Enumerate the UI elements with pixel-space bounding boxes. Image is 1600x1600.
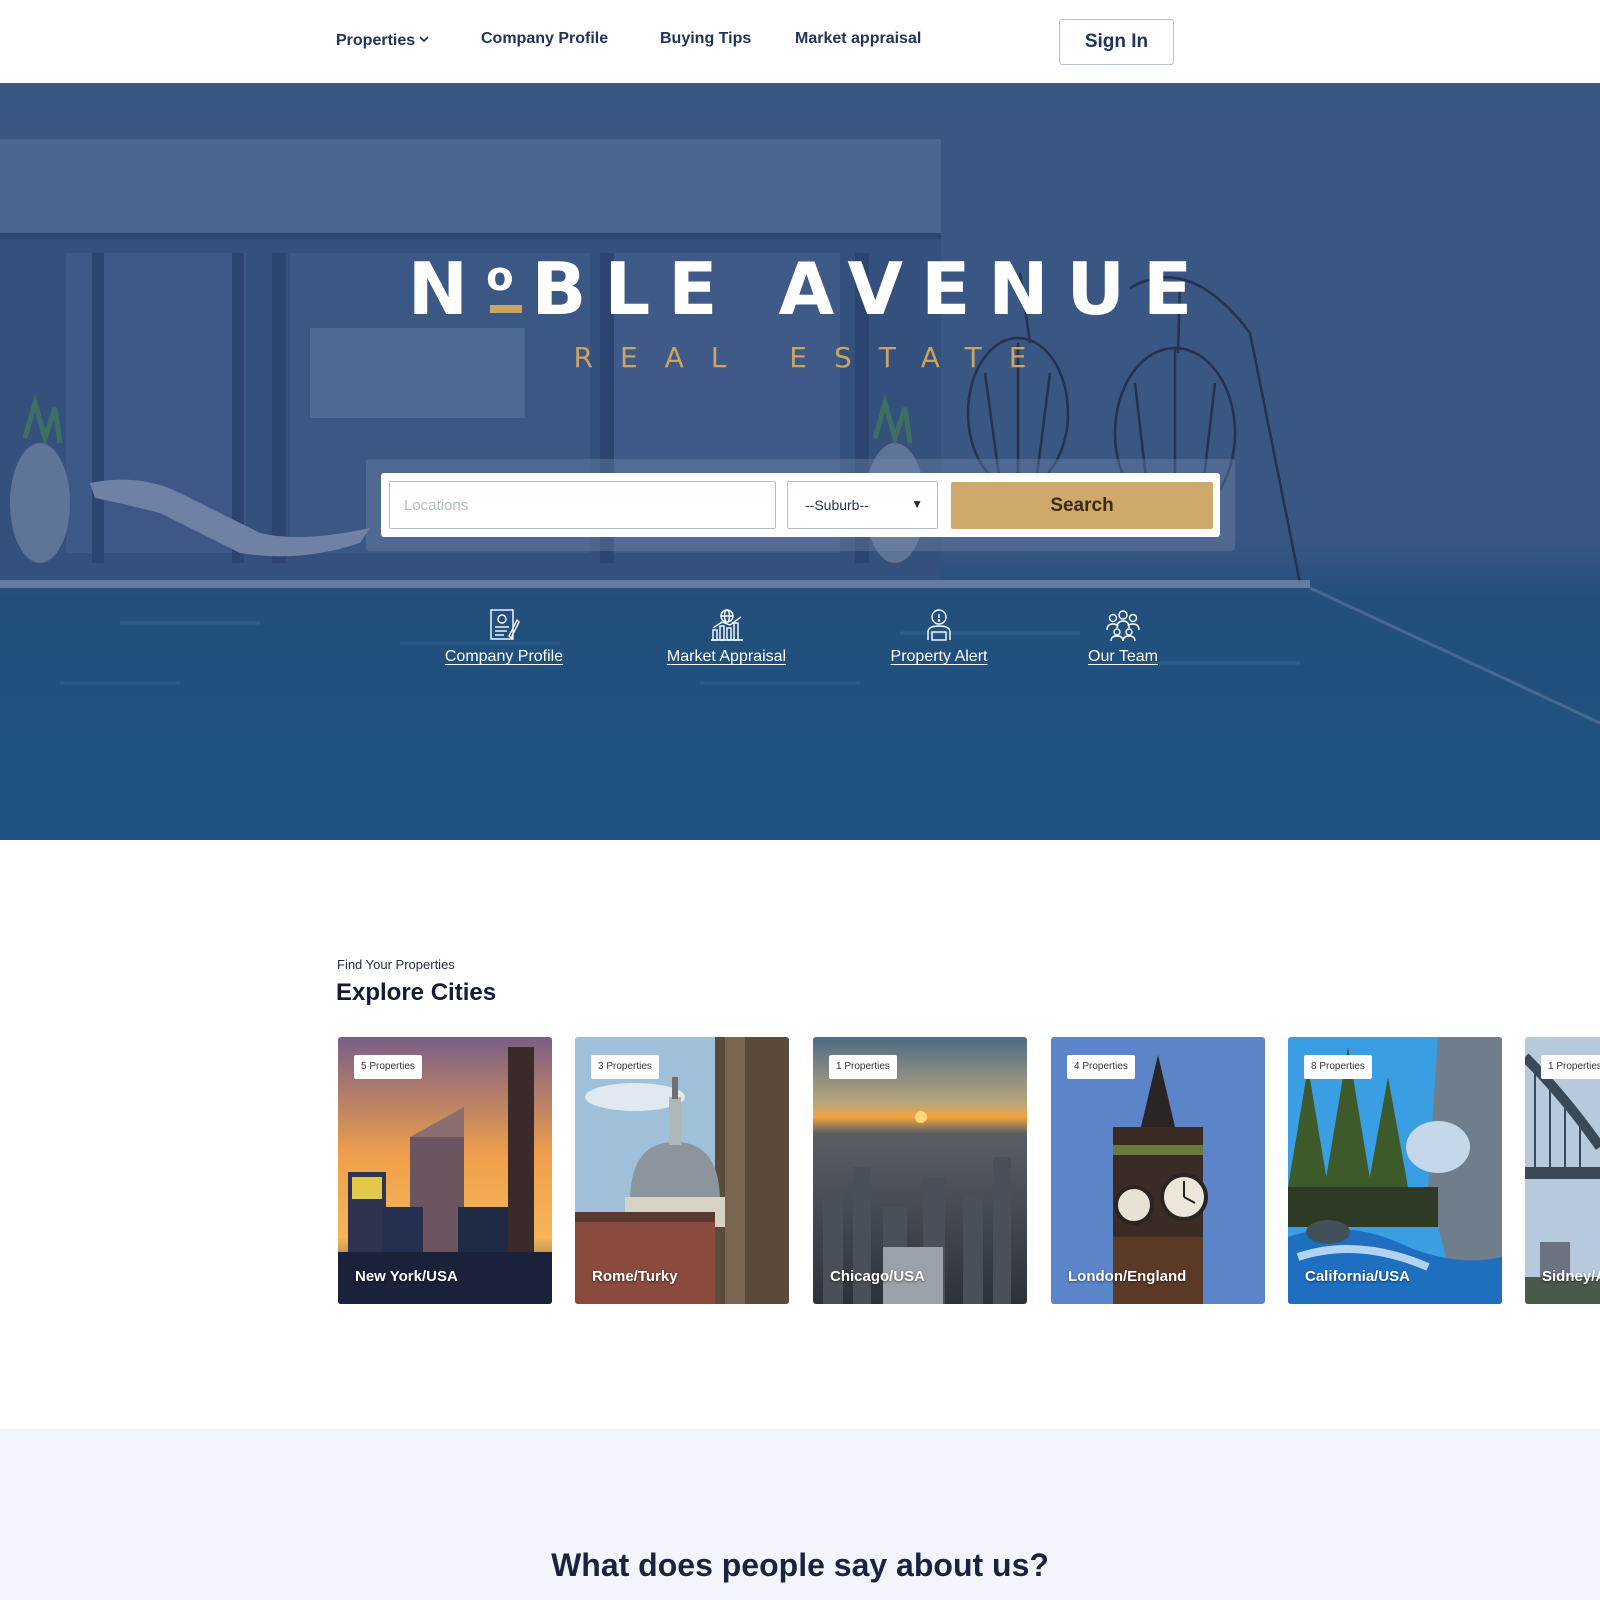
- property-count-badge: 1 Properties: [829, 1055, 897, 1079]
- caret-down-icon: ▼: [911, 497, 923, 511]
- section-title-explore-cities: Explore Cities: [336, 979, 497, 1006]
- property-count-badge: 5 Properties: [354, 1055, 422, 1079]
- quick-link-label: Property Alert: [890, 648, 988, 665]
- city-name: Sidney/A: [1542, 1268, 1600, 1285]
- city-card-london[interactable]: 4 Properties London/England: [1051, 1037, 1265, 1304]
- nav-market-appraisal[interactable]: Market appraisal: [795, 30, 921, 48]
- city-name: California/USA: [1305, 1268, 1411, 1285]
- city-name: London/England: [1068, 1268, 1187, 1285]
- suburb-select-value: --Suburb--: [805, 497, 869, 513]
- city-card-rome[interactable]: 3 Properties Rome/Turky: [575, 1037, 789, 1304]
- suburb-select[interactable]: --Suburb-- ▼: [787, 481, 938, 529]
- nav-properties-label: Properties: [336, 32, 416, 49]
- testimonials-title: What does people say about us?: [551, 1547, 1049, 1583]
- nav-buying-tips[interactable]: Buying Tips: [660, 30, 751, 48]
- brand-logo: No BLE AVENUE REAL ESTATE: [0, 253, 1600, 374]
- location-search-input[interactable]: [389, 481, 776, 529]
- quick-link-property-alert[interactable]: Property Alert: [887, 608, 991, 666]
- section-eyebrow: Find Your Properties: [337, 957, 455, 972]
- quick-link-our-team[interactable]: Our Team: [1085, 608, 1161, 666]
- nav-properties[interactable]: Properties: [336, 30, 429, 50]
- quick-link-label: Our Team: [1088, 648, 1158, 665]
- globe-chart-icon: [710, 609, 743, 641]
- team-icon: [1106, 610, 1140, 642]
- city-card-chicago[interactable]: 1 Properties Chicago/USA: [813, 1037, 1027, 1304]
- testimonials-section: What does people say about us?: [0, 1429, 1600, 1600]
- hero-banner: NoBLE AVENUE REAL ESTATE --Suburb-- ▼ Se…: [0, 83, 1600, 840]
- logo-tagline: REAL ESTATE: [573, 341, 1054, 374]
- chevron-down-icon: [419, 30, 429, 48]
- quick-link-label: Market Appraisal: [666, 648, 787, 665]
- person-alert-icon: [927, 609, 951, 641]
- city-name: Rome/Turky: [592, 1268, 678, 1285]
- document-pen-icon: [490, 609, 520, 640]
- property-count-badge: 1 Properties: [1541, 1055, 1600, 1079]
- property-count-badge: 3 Properties: [591, 1055, 659, 1079]
- nav-company-profile[interactable]: Company Profile: [481, 30, 608, 48]
- city-card-new-york[interactable]: 5 Properties New York/USA: [338, 1037, 552, 1304]
- sign-in-button[interactable]: Sign In: [1059, 19, 1174, 65]
- city-name: New York/USA: [355, 1268, 458, 1285]
- property-count-badge: 8 Properties: [1304, 1055, 1372, 1079]
- city-card-sidney[interactable]: 1 Properties Sidney/A: [1525, 1037, 1600, 1304]
- quick-link-market-appraisal[interactable]: Market Appraisal: [663, 608, 790, 666]
- city-name: Chicago/USA: [830, 1268, 926, 1285]
- logo-wordmark: No BLE AVENUE: [407, 247, 1211, 331]
- search-button[interactable]: Search: [951, 482, 1213, 529]
- quick-link-label: Company Profile: [444, 648, 564, 665]
- top-navigation: Properties Company Profile Buying Tips M…: [0, 0, 1600, 83]
- property-count-badge: 4 Properties: [1067, 1055, 1135, 1079]
- city-card-california[interactable]: 8 Properties California/USA: [1288, 1037, 1502, 1304]
- quick-link-company-profile[interactable]: Company Profile: [443, 608, 565, 666]
